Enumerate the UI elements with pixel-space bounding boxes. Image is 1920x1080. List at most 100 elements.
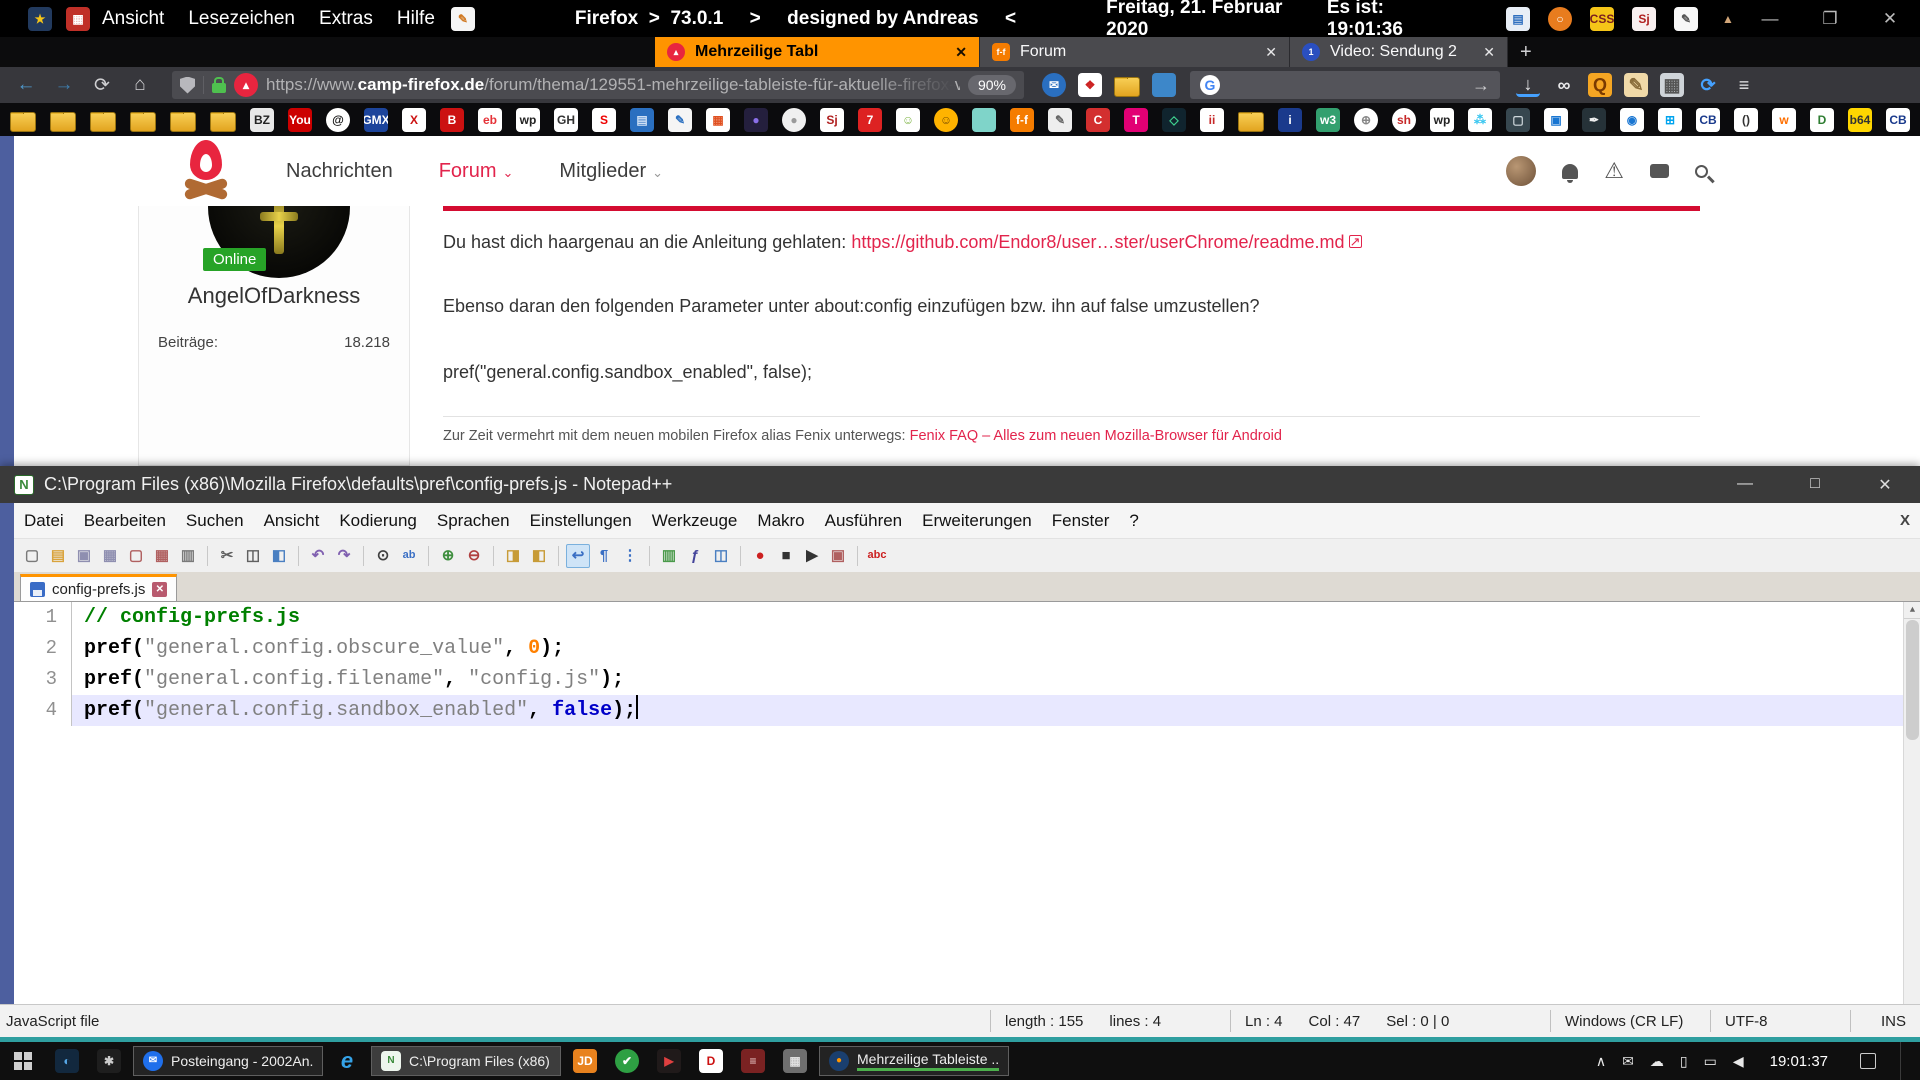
- notepadpp-task-button[interactable]: NC:\Program Files (x86)...: [371, 1046, 561, 1076]
- folder-yellow-icon[interactable]: [1114, 77, 1140, 97]
- bookmark-icon[interactable]: Sj: [820, 108, 844, 132]
- fenix-faq-link[interactable]: Fenix FAQ – Alles zum neuen Mozilla-Brow…: [910, 428, 1282, 444]
- forward-button[interactable]: →: [48, 74, 80, 97]
- moderation-warning-icon[interactable]: ⚠: [1604, 160, 1624, 182]
- tab-close-icon[interactable]: ✕: [152, 582, 167, 597]
- https-lock-icon[interactable]: [212, 83, 226, 93]
- window-star-icon[interactable]: ★: [28, 7, 52, 31]
- bookmark-icon[interactable]: f-f: [1010, 108, 1034, 132]
- url-text[interactable]: https://www.camp-firefox.de/forum/thema/…: [266, 75, 960, 95]
- notes-pencil-icon[interactable]: ✎: [451, 7, 475, 31]
- bookmark-icon[interactable]: T: [1124, 108, 1148, 132]
- bookmark-icon[interactable]: sh: [1392, 108, 1416, 132]
- private-mask-icon[interactable]: ∞: [1552, 73, 1576, 97]
- menu-fenster[interactable]: Fenster: [1042, 511, 1120, 531]
- replace-icon[interactable]: ab: [397, 544, 421, 568]
- macro-stop-icon[interactable]: ■: [774, 544, 798, 568]
- bookmark-icon[interactable]: ◉: [1620, 108, 1644, 132]
- bookmark-icon[interactable]: ▤: [630, 108, 654, 132]
- paste-icon[interactable]: ◧: [267, 544, 291, 568]
- start-button[interactable]: [0, 1042, 46, 1080]
- tray-chevron-up-icon[interactable]: ∧: [1596, 1053, 1606, 1070]
- bookmark-icon[interactable]: wp: [1430, 108, 1454, 132]
- zoom-in-icon[interactable]: ⊕: [436, 544, 460, 568]
- tab-close-icon[interactable]: ✕: [1483, 44, 1495, 61]
- bookmark-icon[interactable]: ☺: [896, 108, 920, 132]
- menu-datei[interactable]: Datei: [14, 511, 74, 531]
- forum-nav-mitglieder[interactable]: Mitglieder⌄: [559, 160, 663, 183]
- red-grid-icon[interactable]: ▦: [66, 7, 90, 31]
- bookmark-icon[interactable]: eb: [478, 108, 502, 132]
- back-button[interactable]: ←: [10, 74, 42, 97]
- tab-close-icon[interactable]: ✕: [955, 44, 967, 61]
- thunderbird-icon[interactable]: ✉: [1042, 73, 1066, 97]
- darkred-app-icon[interactable]: ≡: [732, 1042, 774, 1080]
- close-button[interactable]: ✕: [1860, 9, 1920, 29]
- bookmark-icon[interactable]: ⊕: [1354, 108, 1378, 132]
- letter-d-app-icon[interactable]: D: [699, 1049, 723, 1073]
- gray-app-icon[interactable]: ▦: [783, 1049, 807, 1073]
- bookmark-icon[interactable]: ⁂: [1468, 108, 1492, 132]
- bookmark-icon[interactable]: [1238, 112, 1264, 132]
- notifications-bell-icon[interactable]: [1562, 164, 1578, 179]
- bookmark-icon[interactable]: ◇: [1162, 108, 1186, 132]
- bookmark-icon[interactable]: BZ: [250, 108, 274, 132]
- account-avatar[interactable]: [1506, 156, 1536, 186]
- new-tab-button[interactable]: +: [1508, 37, 1544, 67]
- scrollbar-up-arrow[interactable]: ▲: [1904, 602, 1920, 619]
- action-center-icon[interactable]: [1860, 1053, 1876, 1069]
- forum-nav-forum[interactable]: Forum⌄: [439, 160, 514, 183]
- tray-cloud-icon[interactable]: ☁: [1650, 1053, 1664, 1070]
- zoom-out-icon[interactable]: ⊖: [462, 544, 486, 568]
- macro-save-icon[interactable]: ▣: [826, 544, 850, 568]
- browser-tab[interactable]: 1Video: Sendung 2✕: [1290, 37, 1508, 67]
- menu-einstellungen[interactable]: Einstellungen: [520, 511, 642, 531]
- bookmark-icon[interactable]: CB: [1696, 108, 1720, 132]
- bookmark-icon[interactable]: w: [1772, 108, 1796, 132]
- app-dark-blue-icon[interactable]: ◐: [55, 1049, 79, 1073]
- conversations-chat-icon[interactable]: [1650, 164, 1669, 178]
- bookmark-icon[interactable]: [130, 112, 156, 132]
- campfire-logo-icon[interactable]: [172, 140, 242, 202]
- doc-pencil-icon[interactable]: ✎: [1674, 7, 1698, 31]
- search-orange-icon[interactable]: Q: [1588, 73, 1612, 97]
- bookmark-icon[interactable]: 7: [858, 108, 882, 132]
- code-line[interactable]: 3pref("general.config.filename", "config…: [14, 664, 1920, 695]
- menu-?[interactable]: ?: [1119, 511, 1148, 531]
- bookmark-icon[interactable]: w3: [1316, 108, 1340, 132]
- close-icon[interactable]: ▢: [124, 544, 148, 568]
- tab-close-icon[interactable]: ✕: [1265, 44, 1277, 61]
- menu-ansicht[interactable]: Ansicht: [254, 511, 330, 531]
- bookmark-icon[interactable]: ▣: [1544, 108, 1568, 132]
- thunderbird-task-icon[interactable]: ✉: [143, 1051, 163, 1071]
- gray-app-icon[interactable]: ▦: [774, 1042, 816, 1080]
- menu-ansicht[interactable]: Ansicht: [90, 8, 176, 30]
- taskbar-clock[interactable]: 19:01:37: [1770, 1053, 1828, 1070]
- save-icon[interactable]: ▣: [72, 544, 96, 568]
- film-icon[interactable]: ▦: [1660, 73, 1684, 97]
- folder-blue-icon[interactable]: [1152, 73, 1176, 97]
- print-icon[interactable]: ▥: [176, 544, 200, 568]
- doc-switcher-icon[interactable]: ◫: [709, 544, 733, 568]
- ff-forum-favicon-icon[interactable]: f-f: [992, 43, 1010, 61]
- word-wrap-icon[interactable]: ↩: [566, 544, 590, 568]
- campfire-favicon-icon[interactable]: ▴: [667, 43, 685, 61]
- sync-horizontal-icon[interactable]: ◧: [527, 544, 551, 568]
- show-symbols-icon[interactable]: ¶: [592, 544, 616, 568]
- menu-hilfe[interactable]: Hilfe: [385, 8, 447, 30]
- search-go-arrow-icon[interactable]: →: [1472, 75, 1490, 96]
- macro-play-icon[interactable]: ▶: [800, 544, 824, 568]
- menu-kodierung[interactable]: Kodierung: [329, 511, 427, 531]
- menu-makro[interactable]: Makro: [747, 511, 814, 531]
- post-author-name[interactable]: AngelOfDarkness: [138, 283, 410, 309]
- notes-icon[interactable]: ✎: [1624, 73, 1648, 97]
- thunderbird-task-button[interactable]: ✉Posteingang - 2002An...: [133, 1046, 323, 1076]
- menu-lesezeichen[interactable]: Lesezeichen: [176, 8, 307, 30]
- bookmark-icon[interactable]: ●: [782, 108, 806, 132]
- bookmark-icon[interactable]: [170, 112, 196, 132]
- browser-tab[interactable]: ▴Mehrzeilige Tabl✕: [655, 37, 980, 67]
- tracking-shield-icon[interactable]: [180, 77, 195, 94]
- bookmark-icon[interactable]: You: [288, 108, 312, 132]
- bookmark-icon[interactable]: wp: [516, 108, 540, 132]
- bookmark-icon[interactable]: ii: [1200, 108, 1224, 132]
